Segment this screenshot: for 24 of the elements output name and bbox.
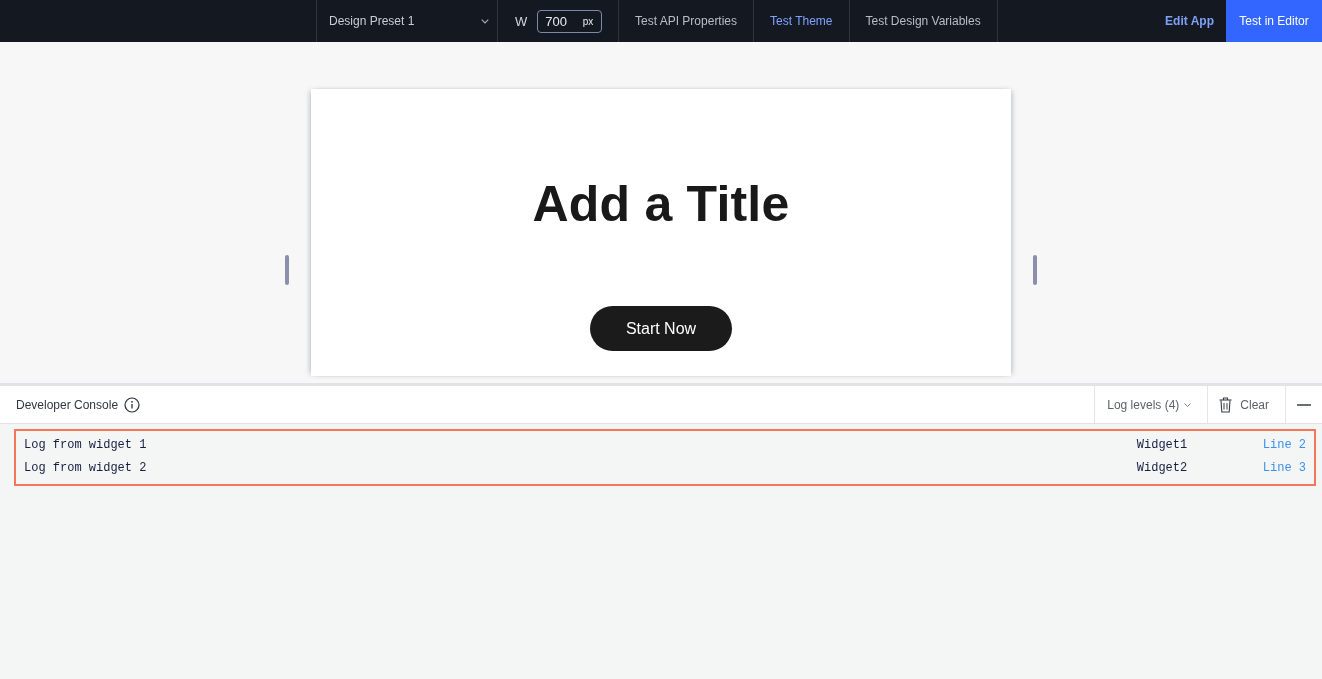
- tab[interactable]: Test API Properties: [619, 0, 754, 42]
- minimize-icon: [1297, 403, 1311, 406]
- console-title: Developer Console: [16, 397, 119, 412]
- resize-handle[interactable]: [285, 255, 289, 285]
- clear-button[interactable]: Clear: [1207, 386, 1285, 423]
- log-message: Log from widget 1: [24, 437, 148, 452]
- preview-title: Add a Title: [532, 175, 790, 234]
- test-in-editor-button[interactable]: Test in Editor: [1226, 0, 1322, 42]
- log-message: Log from widget 2: [24, 460, 148, 475]
- trash-icon: [1219, 396, 1233, 413]
- width-label: W: [515, 13, 528, 29]
- chevron-down-icon: [1184, 402, 1192, 407]
- caret-icon: [481, 18, 489, 24]
- log-source: Widget1: [1136, 437, 1189, 452]
- tab[interactable]: Test Theme: [754, 0, 849, 42]
- width-field[interactable]: 700 px: [537, 9, 603, 33]
- tab[interactable]: Test Design Variables: [849, 0, 997, 42]
- start-now-button[interactable]: Start Now: [590, 306, 732, 351]
- edit-app-link[interactable]: Edit App: [1165, 14, 1226, 28]
- preset-dropdown[interactable]: Design Preset 1: [317, 0, 497, 42]
- resize-handle[interactable]: [1033, 255, 1037, 285]
- log-levels-dropdown[interactable]: Log levels (4): [1094, 386, 1208, 423]
- log-source: Widget2: [1136, 460, 1189, 475]
- info-icon: [124, 396, 141, 413]
